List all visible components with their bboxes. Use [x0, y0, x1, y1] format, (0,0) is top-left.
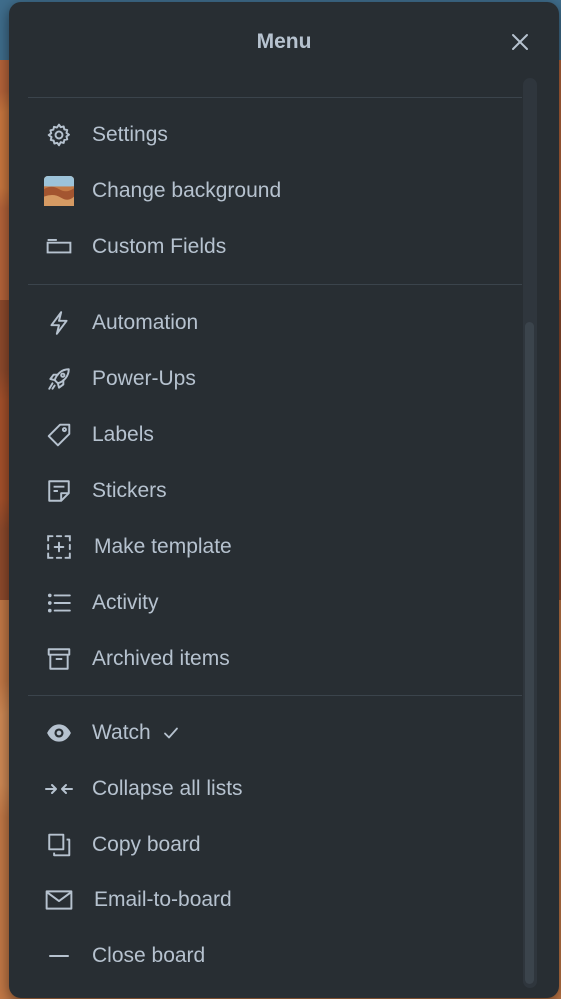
menu-item-close-board[interactable]: Close board: [28, 931, 522, 981]
menu-item-label: Settings: [92, 123, 168, 146]
menu-item-label: Email-to-board: [94, 888, 232, 911]
menu-item-change-background[interactable]: Change background: [28, 166, 522, 216]
menu-item-label: Close board: [92, 944, 206, 967]
menu-item-labels[interactable]: Labels: [28, 410, 522, 460]
menu-item-label: Stickers: [92, 479, 167, 502]
menu-item-label: Copy board: [92, 833, 201, 856]
tag-icon: [44, 420, 74, 450]
menu-item-label: Watch: [92, 721, 151, 744]
copy-icon: [44, 830, 74, 860]
menu-item-label: Power-Ups: [92, 367, 196, 390]
template-icon: [44, 532, 74, 562]
menu-item-activity[interactable]: Activity: [28, 578, 522, 628]
menu-item-label: Change background: [92, 179, 282, 202]
menu-item-label: Automation: [92, 311, 199, 334]
minus-icon: [44, 941, 74, 971]
menu-item-automation[interactable]: Automation: [28, 298, 522, 348]
collapse-icon: [44, 774, 74, 804]
menu-item-settings[interactable]: Settings: [28, 110, 522, 160]
envelope-icon: [44, 885, 74, 915]
menu-item-label: Make template: [94, 535, 232, 558]
custom-fields-icon: [44, 232, 74, 262]
archive-icon: [44, 644, 74, 674]
gear-icon: [44, 120, 74, 150]
sticker-icon: [44, 476, 74, 506]
checkmark-icon: [163, 725, 179, 741]
list-icon: [44, 588, 74, 618]
close-icon: [512, 34, 528, 50]
menu-item-stickers[interactable]: Stickers: [28, 466, 522, 516]
rocket-icon: [44, 364, 74, 394]
menu-item-custom-fields[interactable]: Custom Fields: [28, 222, 522, 272]
menu-item-label: Custom Fields: [92, 235, 227, 258]
menu-item-label: Activity: [92, 591, 159, 614]
menu-item-copy-board[interactable]: Copy board: [28, 820, 522, 870]
divider: [28, 695, 522, 696]
lightning-icon: [44, 308, 74, 338]
menu-header: Menu: [9, 2, 559, 80]
scrollbar-thumb[interactable]: [525, 322, 534, 984]
menu-item-email-to-board[interactable]: Email-to-board: [28, 875, 522, 925]
divider: [28, 284, 522, 285]
menu-item-label: Labels: [92, 423, 154, 446]
divider: [28, 97, 522, 98]
menu-item-watch[interactable]: Watch: [28, 708, 522, 758]
menu-item-archived-items[interactable]: Archived items: [28, 634, 522, 684]
close-menu-button[interactable]: [507, 29, 533, 55]
scrollbar[interactable]: [523, 78, 537, 988]
eye-icon: [44, 718, 74, 748]
background-thumbnail: [44, 176, 74, 206]
menu-item-power-ups[interactable]: Power-Ups: [28, 354, 522, 404]
menu-item-label: Collapse all lists: [92, 777, 243, 800]
board-menu-panel: Menu Settings Change background Custom F…: [9, 2, 559, 998]
menu-item-collapse-all-lists[interactable]: Collapse all lists: [28, 764, 522, 814]
menu-title: Menu: [256, 30, 312, 53]
menu-item-make-template[interactable]: Make template: [28, 522, 522, 572]
menu-item-label: Archived items: [92, 647, 230, 670]
